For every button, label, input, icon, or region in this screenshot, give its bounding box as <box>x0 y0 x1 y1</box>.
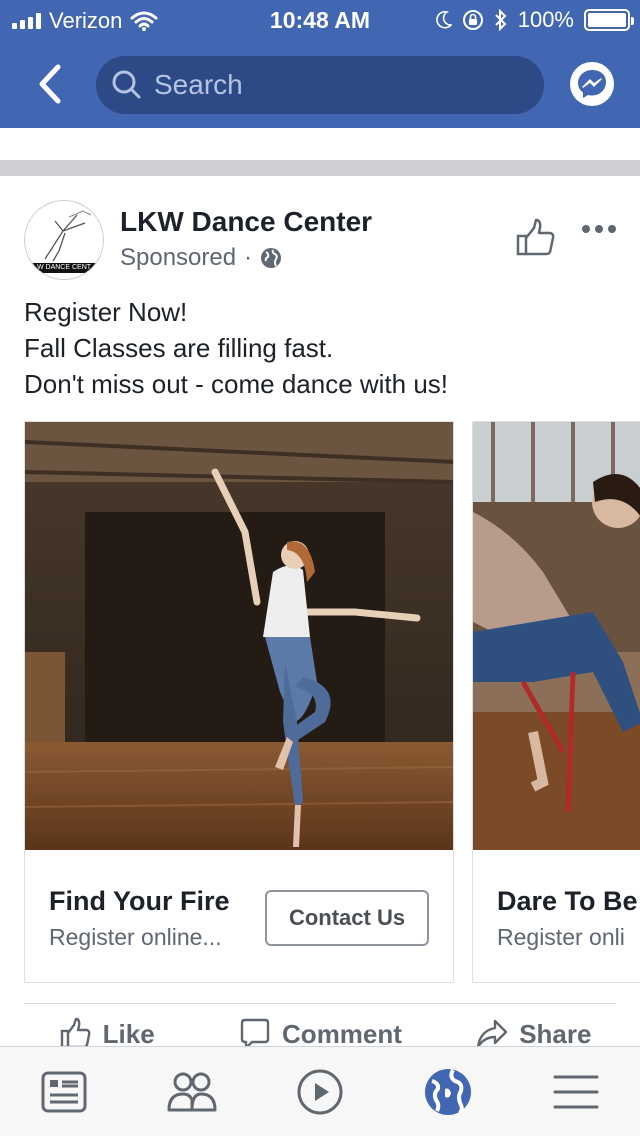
battery-icon <box>584 9 634 31</box>
page-avatar[interactable]: W DANCE CENT <box>24 200 104 280</box>
post-line: Register Now! <box>24 297 188 327</box>
dancer-photo-icon <box>25 422 453 850</box>
post-line: Fall Classes are filling fast. <box>24 333 334 363</box>
card-footer: Dare To Be Register onli <box>473 850 640 982</box>
globe-small-icon <box>261 248 282 268</box>
card-headline: Dare To Be <box>497 886 638 916</box>
friends-icon <box>167 1072 217 1111</box>
news-feed-icon <box>41 1071 87 1112</box>
like-label: Like <box>102 1018 155 1049</box>
carousel-card-1[interactable]: Find Your Fire Register online... Contac… <box>24 421 454 983</box>
comment-label: Comment <box>282 1018 402 1049</box>
card-headline: Find Your Fire <box>49 886 230 916</box>
card-description: Register online... <box>49 924 222 950</box>
post-message: Register Now! Fall Classes are filling f… <box>24 294 448 402</box>
messenger-icon <box>578 70 606 98</box>
post-line: Don't miss out - come dance with us! <box>24 369 449 399</box>
like-page-button[interactable] <box>514 216 558 260</box>
tab-watch[interactable] <box>256 1047 384 1136</box>
bottom-tab-bar <box>0 1046 640 1136</box>
tab-menu[interactable] <box>512 1047 640 1136</box>
tab-friends[interactable] <box>128 1047 256 1136</box>
feed-divider <box>0 160 640 176</box>
back-button[interactable] <box>28 60 72 108</box>
watch-icon <box>297 1069 343 1114</box>
nav-bar <box>0 52 640 116</box>
sponsored-post: W DANCE CENT LKW Dance Center Sponsored … <box>0 176 640 1056</box>
card-description: Register onli <box>497 924 625 950</box>
contact-us-button[interactable]: Contact Us <box>265 890 429 946</box>
more-options-button[interactable] <box>582 222 618 236</box>
orientation-lock-icon <box>462 10 483 30</box>
tab-globe[interactable] <box>384 1047 512 1136</box>
card-footer: Find Your Fire Register online... Contac… <box>25 850 453 982</box>
status-right: 100% <box>435 7 634 33</box>
menu-icon <box>553 1075 599 1108</box>
page-name-link[interactable]: LKW Dance Center <box>120 206 372 238</box>
tab-news-feed[interactable] <box>0 1047 128 1136</box>
chevron-left-icon <box>39 64 61 104</box>
carousel-card-2[interactable]: Dare To Be Register onli <box>472 421 640 983</box>
moon-icon <box>435 11 452 29</box>
seated-dancer-photo-icon <box>473 422 640 850</box>
sponsored-text: Sponsored <box>120 244 237 271</box>
share-label: Share <box>519 1018 592 1049</box>
dot-separator: · <box>244 244 253 271</box>
messenger-button[interactable] <box>570 62 614 106</box>
actions-divider <box>24 1003 616 1004</box>
battery-label: 100% <box>517 7 574 32</box>
search-bar[interactable] <box>96 56 544 114</box>
card-image-dancer[interactable] <box>25 422 453 850</box>
screen: Verizon 10:48 AM 100% Search W DANCE CEN… <box>0 0 640 1136</box>
card-image-dancer-seated[interactable] <box>473 422 640 850</box>
status-bar: Verizon 10:48 AM 100% <box>0 0 640 40</box>
search-input[interactable] <box>154 69 514 101</box>
bluetooth-icon <box>495 9 507 31</box>
globe-icon <box>425 1068 471 1115</box>
search-icon <box>112 70 141 99</box>
thumbs-up-icon <box>516 218 555 256</box>
sponsored-label: Sponsored · <box>120 244 282 272</box>
avatar-band: W DANCE CENT <box>25 263 103 273</box>
top-bar: Verizon 10:48 AM 100% Search <box>0 0 640 128</box>
